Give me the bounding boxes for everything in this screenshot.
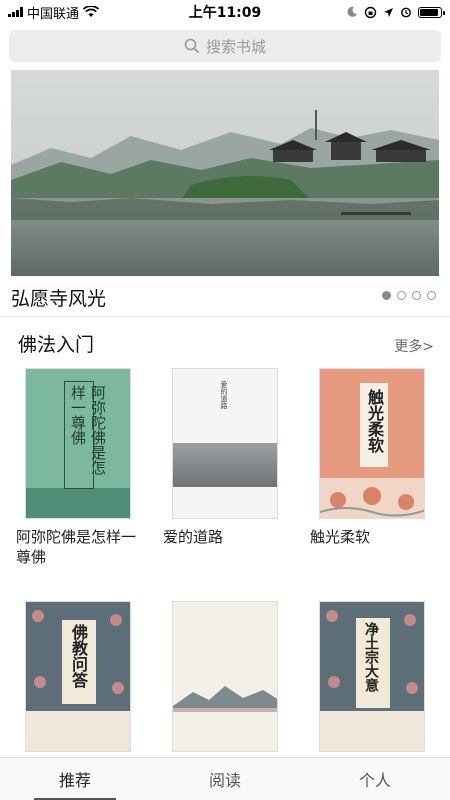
search-icon [184, 38, 200, 54]
book-cover [172, 601, 278, 752]
pager-dot[interactable] [382, 291, 391, 300]
tab-recommend[interactable]: 推荐 [0, 758, 150, 800]
book-cover: 净土宗大意 [319, 601, 425, 752]
more-link[interactable]: 更多> [394, 336, 434, 356]
book-card[interactable]: 阿弥陀佛是怎样一尊佛 阿弥陀佛是怎样一尊佛 [16, 368, 136, 567]
tab-reading[interactable]: 阅读 [150, 758, 300, 800]
cover-title: 佛教问答 [69, 624, 88, 688]
carrier-label: 中国联通 [27, 6, 80, 22]
landscape-image [11, 70, 439, 276]
status-right [346, 6, 445, 19]
banner-pager[interactable] [382, 291, 436, 300]
wifi-icon [83, 6, 100, 17]
book-card[interactable]: 净土宗大意 [310, 601, 430, 760]
search-placeholder: 搜索书城 [205, 37, 266, 56]
location-icon [384, 7, 393, 17]
book-card[interactable]: 佛教问答 [16, 601, 136, 760]
battery-fill [420, 8, 438, 16]
book-cover: 阿弥陀佛是怎样一尊佛 [25, 368, 131, 519]
section-title: 佛法入门 [18, 334, 95, 356]
book-cover: 触光柔软 [319, 368, 425, 519]
book-cover: 佛教问答 [25, 601, 131, 752]
banner-caption: 弘愿寺风光 [11, 288, 107, 310]
book-title: 阿弥陀佛是怎样一尊佛 [16, 528, 137, 566]
divider [0, 316, 450, 317]
status-bar: 中国联通 上午11:09 [0, 0, 450, 24]
pager-dot[interactable] [397, 291, 406, 300]
tab-profile[interactable]: 个人 [300, 758, 450, 800]
cover-title: 爱的道路 [220, 381, 228, 409]
book-card[interactable]: 触光柔软 触光柔软 [310, 368, 430, 547]
book-title: 触光柔软 [310, 528, 371, 546]
cover-title: 净土宗大意 [363, 622, 379, 692]
cover-title: 阿弥陀佛是怎样一尊佛 [69, 385, 107, 475]
signal-icon [8, 7, 23, 17]
status-left: 中国联通 [8, 3, 100, 22]
book-cover: 爱的道路 [172, 368, 278, 519]
rotation-lock-icon [364, 6, 377, 18]
tab-bar: 推荐 阅读 个人 [0, 757, 450, 800]
book-card[interactable] [163, 601, 283, 760]
search-bar[interactable]: 搜索书城 [9, 30, 441, 62]
battery-icon [418, 6, 445, 18]
moon-icon [347, 6, 357, 17]
alarm-icon [401, 7, 411, 18]
book-title: 爱的道路 [163, 528, 224, 546]
pager-dot[interactable] [412, 291, 421, 300]
cover-title: 触光柔软 [365, 389, 384, 453]
banner-image[interactable] [11, 70, 439, 276]
pager-dot[interactable] [427, 291, 436, 300]
book-card[interactable]: 爱的道路 爱的道路 [163, 368, 283, 547]
section-header: 佛法入门 更多> [18, 330, 434, 357]
